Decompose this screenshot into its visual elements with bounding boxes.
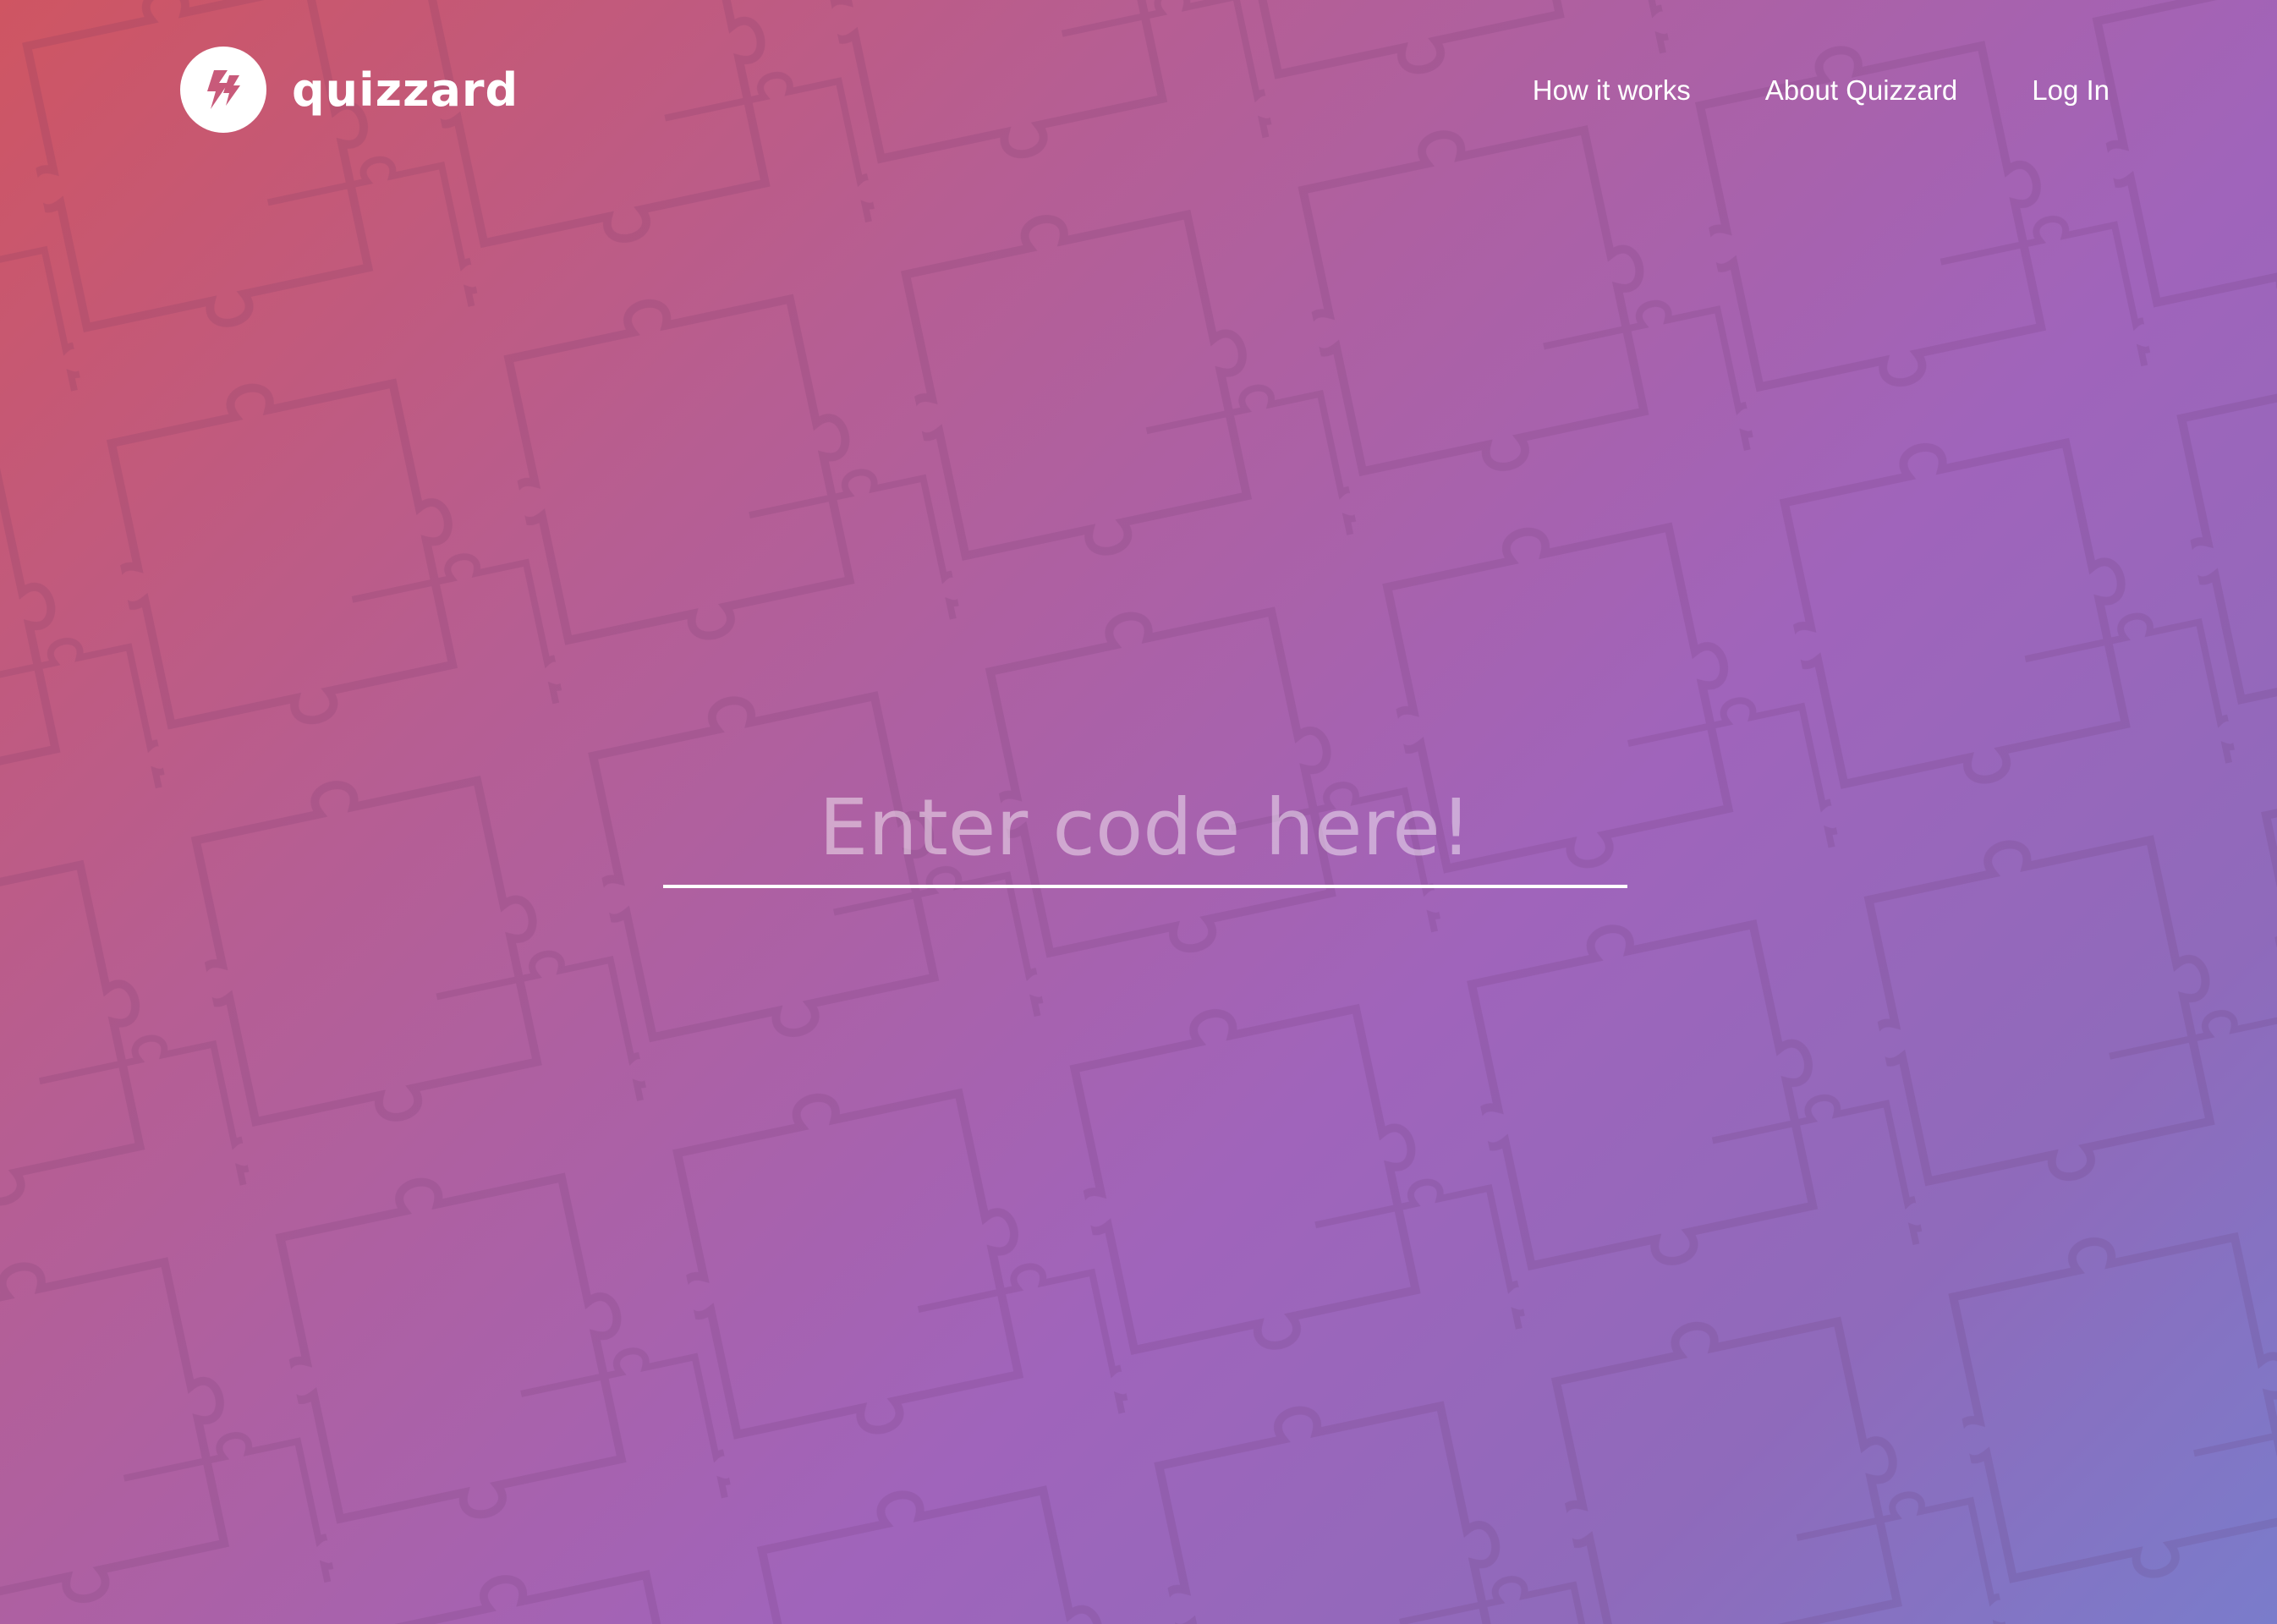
logo[interactable]: quizzard <box>180 46 518 134</box>
nav-log-in[interactable]: Log In <box>2032 74 2110 107</box>
main-nav: How it works About Quizzard Log In <box>1533 74 2110 107</box>
game-code-input[interactable] <box>663 770 1627 888</box>
nav-about-quizzard[interactable]: About Quizzard <box>1765 74 1957 107</box>
site-header: quizzard How it works About Quizzard Log… <box>0 0 2277 186</box>
nav-how-it-works[interactable]: How it works <box>1533 74 1691 107</box>
lightning-bolts-icon <box>180 47 266 133</box>
logo-wordmark: quizzard <box>292 63 519 117</box>
code-entry <box>663 770 1627 890</box>
